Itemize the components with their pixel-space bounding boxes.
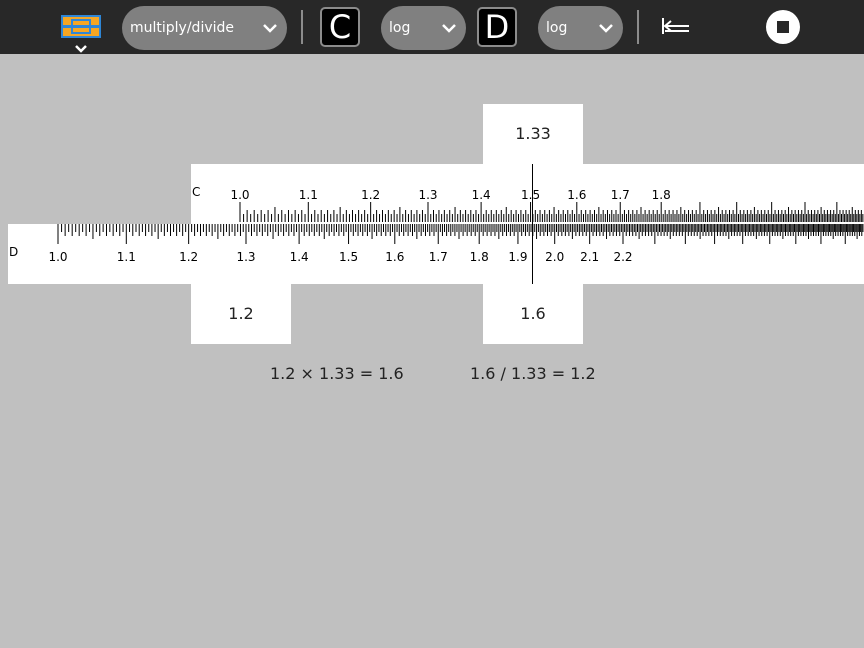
tick-label: 1.4 [472, 188, 491, 202]
tick-label: 2.2 [613, 250, 632, 264]
slide-c-label: C [328, 8, 352, 46]
slide-start-readout: 1.2 [191, 284, 291, 344]
tick-label: 1.1 [299, 188, 318, 202]
chevron-down-icon [263, 24, 277, 33]
stator-d-button[interactable]: D [477, 7, 517, 47]
d-scale: D 1.0 1.1 1.2 1.3 1.4 1.5 1.6 1.7 1.8 1.9 2.0 2.1 2.2 [9, 224, 864, 264]
slide-start-value: 1.2 [228, 304, 254, 323]
stator-scale-select[interactable]: log [538, 6, 623, 50]
tick-label: 1.5 [339, 250, 358, 264]
tick-label: 1.2 [361, 188, 380, 202]
tick-label: 1.8 [652, 188, 671, 202]
stator-d-label: D [484, 8, 510, 46]
tick-label: 1.3 [418, 188, 437, 202]
stop-button[interactable] [765, 9, 801, 45]
slide-c-button[interactable]: C [320, 7, 360, 47]
slide-c[interactable]: C 1.0 1.1 1.2 1.3 1.4 1.5 1.6 1.7 1.8 [191, 164, 864, 224]
tick-label: 1.5 [521, 188, 540, 202]
stop-icon [766, 10, 800, 44]
cursor-hairline[interactable] [532, 164, 533, 284]
slide-rule-activity-icon [61, 15, 101, 53]
tick-label: 1.4 [290, 250, 309, 264]
d-cursor-value: 1.6 [520, 304, 546, 323]
tick-label: 1.3 [236, 250, 255, 264]
divide-equation: 1.6 / 1.33 = 1.2 [470, 364, 596, 383]
d-cursor-readout: 1.6 [483, 284, 583, 344]
chevron-down-icon [442, 24, 456, 33]
tick-label: 1.8 [470, 250, 489, 264]
tick-label: 1.6 [385, 250, 404, 264]
c-scale: C 1.0 1.1 1.2 1.3 1.4 1.5 1.6 1.7 1.8 [192, 185, 864, 222]
tick-label: 1.0 [48, 250, 67, 264]
tick-label: 1.7 [429, 250, 448, 264]
tick-label: 1.1 [117, 250, 136, 264]
c-cursor-readout: 1.33 [483, 104, 583, 164]
toolbar-separator [301, 10, 303, 44]
tick-label: 2.1 [580, 250, 599, 264]
toolbar: multiply/divide C log D log [0, 0, 864, 54]
function-select-value: multiply/divide [130, 20, 235, 36]
return-to-left-icon [662, 18, 689, 34]
tick-label: 2.0 [545, 250, 564, 264]
tick-label: 1.2 [179, 250, 198, 264]
scale-label: D [9, 245, 18, 259]
tick-label: 1.9 [508, 250, 527, 264]
activity-button[interactable] [58, 12, 104, 54]
multiply-equation: 1.2 × 1.33 = 1.6 [270, 364, 404, 383]
toolbar-separator [637, 10, 639, 44]
slide-scale-value: log [389, 20, 411, 36]
c-cursor-value: 1.33 [515, 124, 551, 143]
tick-label: 1.0 [230, 188, 249, 202]
tick-label: 1.6 [567, 188, 586, 202]
tick-label: 1.7 [611, 188, 630, 202]
function-select[interactable]: multiply/divide [122, 6, 287, 50]
slide-scale-select[interactable]: log [381, 6, 466, 50]
return-button[interactable] [660, 12, 692, 42]
stator-d: D 1.0 1.1 1.2 1.3 1.4 1.5 1.6 1.7 1.8 1.9 2.0 2.1 2.2 [8, 224, 864, 284]
chevron-down-icon [599, 24, 613, 33]
stator-scale-value: log [546, 20, 568, 36]
scale-label: C [192, 185, 200, 199]
